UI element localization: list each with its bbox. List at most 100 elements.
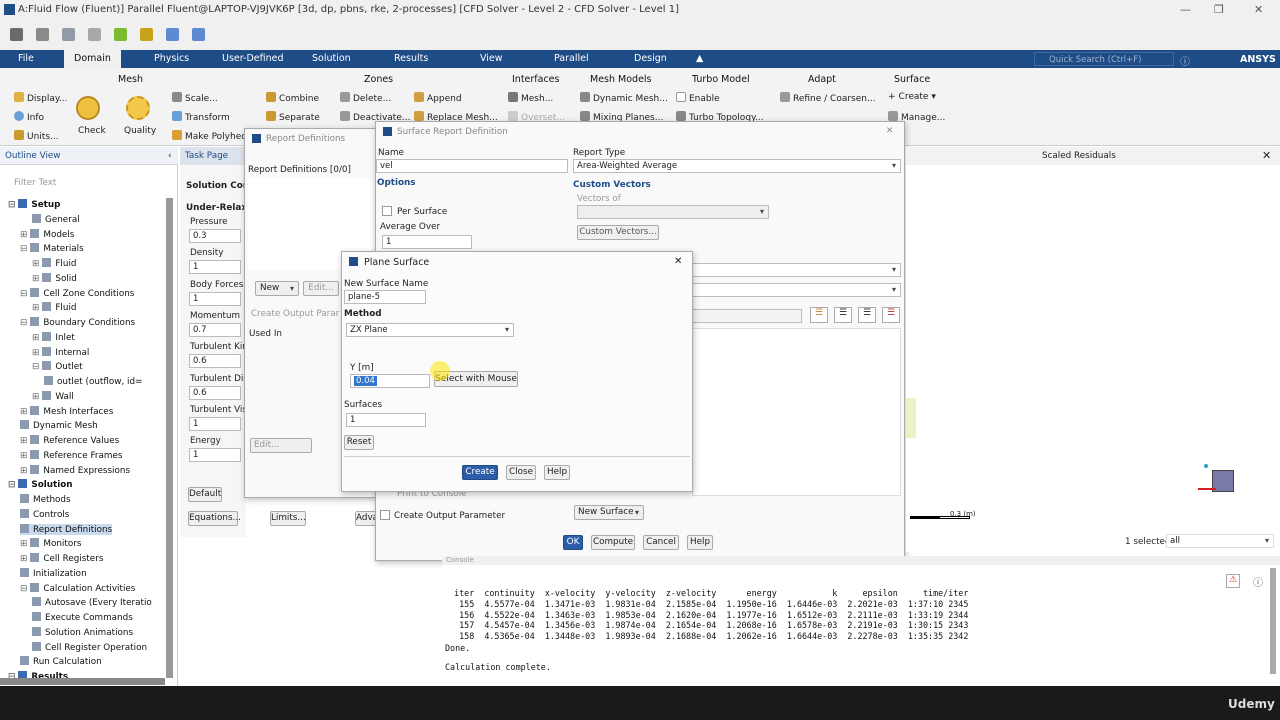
new-report-button[interactable]: New (255, 281, 299, 296)
outline-item[interactable]: outlet (outflow, id= (44, 376, 142, 387)
open-icon[interactable] (36, 28, 49, 41)
outline-item[interactable]: Execute Commands (32, 612, 133, 623)
expand-icon[interactable]: ⊞ (20, 451, 27, 461)
outline-item[interactable]: ⊞ Models (20, 228, 74, 240)
limits-button[interactable]: Limits... (270, 511, 306, 526)
tab-view[interactable]: View (480, 50, 503, 68)
expand-icon[interactable]: ⊞ (20, 230, 27, 240)
report-type-select[interactable]: Area-Weighted Average (573, 159, 901, 173)
outline-item[interactable]: Dynamic Mesh (20, 420, 98, 431)
outline-item[interactable]: Initialization (20, 567, 87, 579)
help-icon[interactable]: ⓘ (1180, 53, 1190, 68)
equations-button[interactable]: Equations... (188, 511, 241, 526)
delete-button[interactable]: Delete... (340, 92, 391, 104)
outline-item[interactable]: ⊞ Reference Frames (20, 449, 122, 461)
relaxation-field-input[interactable]: 1 (189, 416, 241, 431)
field-variable-sub-select[interactable] (692, 283, 901, 297)
relaxation-field-input[interactable]: 0.3 (189, 229, 241, 243)
surfaces-count-input[interactable]: 1 (346, 413, 426, 427)
edit-used-in-button[interactable]: Edit... (250, 438, 312, 453)
expand-icon[interactable]: ⊞ (20, 539, 27, 549)
relaxation-field-input[interactable]: 0.6 (189, 385, 241, 400)
close-graphics-icon[interactable]: ✕ (1262, 149, 1271, 162)
expand-icon[interactable]: ⊞ (20, 436, 27, 446)
info-console-icon[interactable]: ⓘ (1251, 574, 1265, 589)
warning-icon[interactable]: ⚠ (1226, 574, 1240, 588)
outline-item[interactable]: ⊞ Internal (32, 346, 89, 358)
outline-item[interactable]: Controls (20, 508, 69, 520)
collapse-icon[interactable]: ⊟ (8, 480, 15, 490)
tab-user-defined[interactable]: User-Defined (222, 50, 284, 68)
outline-item[interactable]: ⊞ Named Expressions (20, 464, 130, 476)
method-select[interactable]: ZX Plane (346, 323, 514, 337)
tab-file[interactable]: File (18, 50, 34, 68)
new-surface-name-input[interactable]: plane-5 (344, 290, 426, 304)
outline-item[interactable]: ⊞ Fluid (32, 258, 76, 269)
tab-design[interactable]: Design (634, 50, 667, 68)
scale-button[interactable]: Scale... (172, 92, 218, 104)
collapse-icon[interactable]: ⊟ (20, 584, 27, 594)
outline-item[interactable]: ⊞ Wall (32, 390, 74, 402)
outline-hscroll[interactable] (0, 678, 165, 685)
grid-icon[interactable] (192, 28, 205, 41)
new-file-icon[interactable] (10, 28, 23, 41)
deselect-icon[interactable]: ☰ (858, 307, 876, 323)
default-button[interactable]: Default (188, 487, 222, 502)
outline-item[interactable]: ⊞ Solid (32, 272, 77, 284)
outline-item[interactable]: Autosave (Every Iteratio (32, 597, 152, 608)
info-button[interactable]: Info (14, 111, 44, 123)
quality-icon[interactable] (126, 96, 150, 120)
outline-item[interactable]: ⊞ Mesh Interfaces (20, 405, 113, 417)
display-button[interactable]: Display... (14, 92, 67, 104)
outline-item[interactable]: ⊟ Setup (8, 199, 60, 210)
plane-help-button[interactable]: Help (544, 465, 570, 480)
relaxation-field-input[interactable]: 1 (189, 291, 241, 306)
save-icon[interactable] (62, 28, 75, 41)
refine-coarsen-button[interactable]: Refine / Coarsen... (780, 92, 876, 104)
expand-icon[interactable]: ⊞ (32, 274, 39, 284)
relaxation-field-input[interactable]: 1 (189, 260, 241, 275)
field-variable-select[interactable] (692, 263, 901, 277)
outline-item[interactable]: Cell Register Operation (32, 641, 147, 653)
cancel-button[interactable]: Cancel (643, 535, 679, 550)
expand-icon[interactable]: ⊞ (32, 348, 39, 358)
append-button[interactable]: Append (414, 92, 462, 104)
filter-icon[interactable]: ☰ (810, 307, 828, 323)
close-plane-dialog-icon[interactable]: ✕ (674, 256, 682, 267)
outline-item[interactable]: Methods (20, 494, 71, 505)
relaxation-field-input[interactable]: 1 (189, 448, 241, 463)
outline-item[interactable]: ⊞ Reference Values (20, 435, 119, 446)
edit-report-button[interactable]: Edit... (303, 281, 339, 296)
collapse-icon[interactable]: ⊟ (20, 318, 27, 328)
surfaces-list[interactable] (692, 328, 901, 496)
expand-icon[interactable]: ⊞ (20, 554, 27, 564)
ok-button[interactable]: OK (563, 535, 583, 550)
quality-button[interactable]: Quality (124, 126, 156, 136)
outline-item[interactable]: Run Calculation (20, 656, 102, 667)
combine-button[interactable]: Combine (266, 92, 319, 104)
check-icon[interactable] (76, 96, 100, 120)
separate-button[interactable]: Separate (266, 111, 320, 123)
outline-item[interactable]: ⊟ Outlet (32, 361, 83, 372)
restore-button[interactable]: ❐ (1214, 3, 1224, 16)
ansys-a-icon[interactable] (140, 28, 153, 41)
help-button[interactable]: Help (687, 535, 713, 550)
lightning-icon[interactable] (114, 28, 127, 41)
tab-parallel[interactable]: Parallel (554, 50, 589, 68)
layout-icon[interactable] (166, 28, 179, 41)
relaxation-field-input[interactable]: 0.7 (189, 322, 241, 337)
surfaces-filter-input[interactable] (692, 309, 802, 323)
dynamic-mesh-button[interactable]: Dynamic Mesh... (580, 92, 668, 104)
outline-scrollbar[interactable] (166, 198, 173, 678)
outline-item[interactable]: ⊟ Boundary Conditions (20, 317, 135, 328)
outline-item[interactable]: ⊟ Materials (20, 243, 84, 254)
surface-create-button[interactable]: + Create ▾ (888, 92, 936, 102)
tab-results[interactable]: Results (394, 50, 428, 68)
collapse-icon[interactable]: ⊟ (20, 289, 27, 299)
outline-item[interactable]: Report Definitions (20, 523, 113, 535)
turbo-enable-checkbox[interactable]: Enable (676, 92, 720, 104)
vectors-of-select[interactable] (577, 205, 769, 219)
outline-item[interactable]: ⊞ Fluid (32, 302, 76, 313)
outline-collapse-icon[interactable]: ‹ (168, 151, 172, 161)
per-surface-checkbox[interactable] (382, 206, 392, 216)
